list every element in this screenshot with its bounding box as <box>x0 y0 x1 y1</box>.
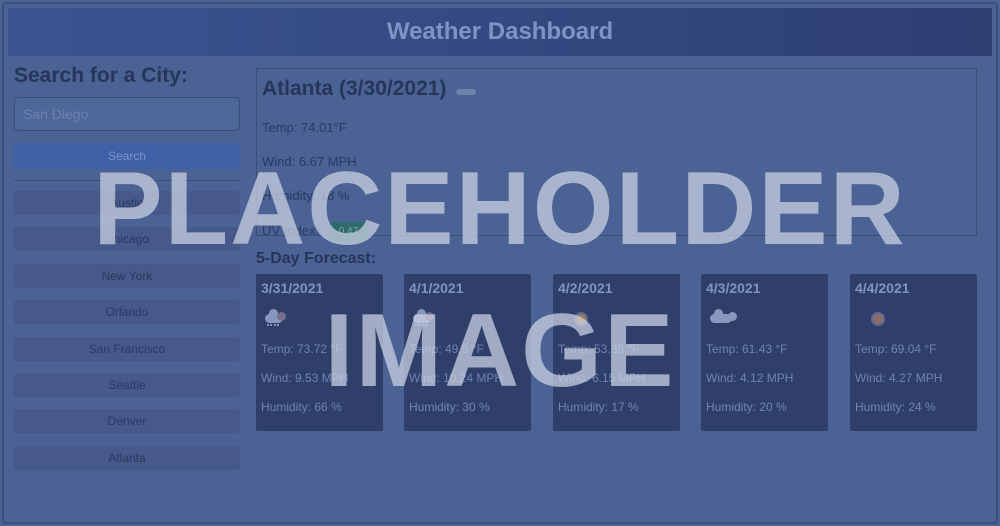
cloud-rain-icon <box>413 309 526 330</box>
city-button-orlando[interactable]: Orlando <box>14 300 240 325</box>
city-button-seattle[interactable]: Seattle <box>14 372 240 397</box>
city-button-denver[interactable]: Denver <box>14 409 240 434</box>
sun-icon <box>859 310 972 330</box>
current-humidity: Humidity: 18 % <box>262 188 350 203</box>
forecast-card: 3/31/2021 Temp: 73.72 °F Wind: 9.53 MPH … <box>256 274 383 431</box>
current-temp: Temp: 74.01°F <box>262 120 347 135</box>
forecast-title: 5-Day Forecast: <box>256 250 377 267</box>
search-button[interactable]: Search <box>14 143 240 169</box>
forecast-humidity: Humidity: 66 % <box>261 400 342 414</box>
forecast-wind: Wind: 4.27 MPH <box>855 371 943 385</box>
forecast-card: 4/2/2021 Temp: 53.38 °F Wind: 6.15 MPH H… <box>553 274 680 431</box>
city-button-chicago[interactable]: Chicago <box>14 227 240 252</box>
forecast-wind: Wind: 6.15 MPH <box>558 371 646 385</box>
forecast-temp: Temp: 69.04 °F <box>855 342 937 356</box>
sidebar: Search for a City: Search Austin Chicago… <box>14 64 240 482</box>
forecast-date: 4/4/2021 <box>855 280 910 296</box>
forecast-wind: Wind: 9.53 MPH <box>261 371 349 385</box>
forecast-temp: Temp: 73.72 °F <box>261 342 343 356</box>
cloud-icon <box>456 89 477 95</box>
uv-label: UV Index: <box>262 222 320 238</box>
forecast-date: 4/1/2021 <box>409 280 464 296</box>
divider <box>14 180 240 181</box>
cloud-rain-icon <box>265 309 378 330</box>
forecast-date: 4/3/2021 <box>706 280 761 296</box>
app-header: Weather Dashboard <box>8 8 992 56</box>
forecast-humidity: Humidity: 20 % <box>706 400 787 414</box>
cloud-sun-icon <box>710 309 823 330</box>
current-weather-title: Atlanta (3/30/2021) <box>262 77 971 101</box>
sun-icon <box>562 310 675 330</box>
forecast-temp: Temp: 53.38 °F <box>558 342 640 356</box>
search-heading: Search for a City: <box>14 64 188 87</box>
current-wind: Wind: 6.67 MPH <box>262 154 357 169</box>
city-button-san-francisco[interactable]: San Francisco <box>14 336 240 361</box>
forecast-temp: Temp: 61.43 °F <box>706 342 788 356</box>
page-title: Weather Dashboard <box>386 18 614 45</box>
current-weather-panel: Atlanta (3/30/2021) Temp: 74.01°F Wind: … <box>256 68 977 241</box>
city-button-new-york[interactable]: New York <box>14 263 240 288</box>
forecast-humidity: Humidity: 24 % <box>855 400 936 414</box>
forecast-temp: Temp: 49.5 °F <box>409 342 484 356</box>
forecast-card: 4/4/2021 Temp: 69.04 °F Wind: 4.27 MPH H… <box>850 274 977 431</box>
forecast-date: 4/2/2021 <box>558 280 613 296</box>
forecast-card: 4/1/2021 Temp: 49.5 °F Wind: 10.24 MPH H… <box>404 274 531 431</box>
forecast-humidity: Humidity: 30 % <box>409 400 490 414</box>
forecast-card: 4/3/2021 Temp: 61.43 °F Wind: 4.12 MPH H… <box>701 274 828 431</box>
city-search-input[interactable] <box>14 97 240 131</box>
forecast-wind: Wind: 10.24 MPH <box>409 371 504 385</box>
forecast-humidity: Humidity: 17 % <box>558 400 639 414</box>
uv-index-badge: 0.47 <box>328 222 369 241</box>
city-button-austin[interactable]: Austin <box>14 191 240 215</box>
city-button-atlanta[interactable]: Atlanta <box>14 445 240 470</box>
forecast-wind: Wind: 4.12 MPH <box>706 371 794 385</box>
current-city-date: Atlanta (3/30/2021) <box>262 77 447 100</box>
forecast-date: 3/31/2021 <box>261 280 324 296</box>
current-uv-row: UV Index: 0.47 <box>262 222 971 241</box>
